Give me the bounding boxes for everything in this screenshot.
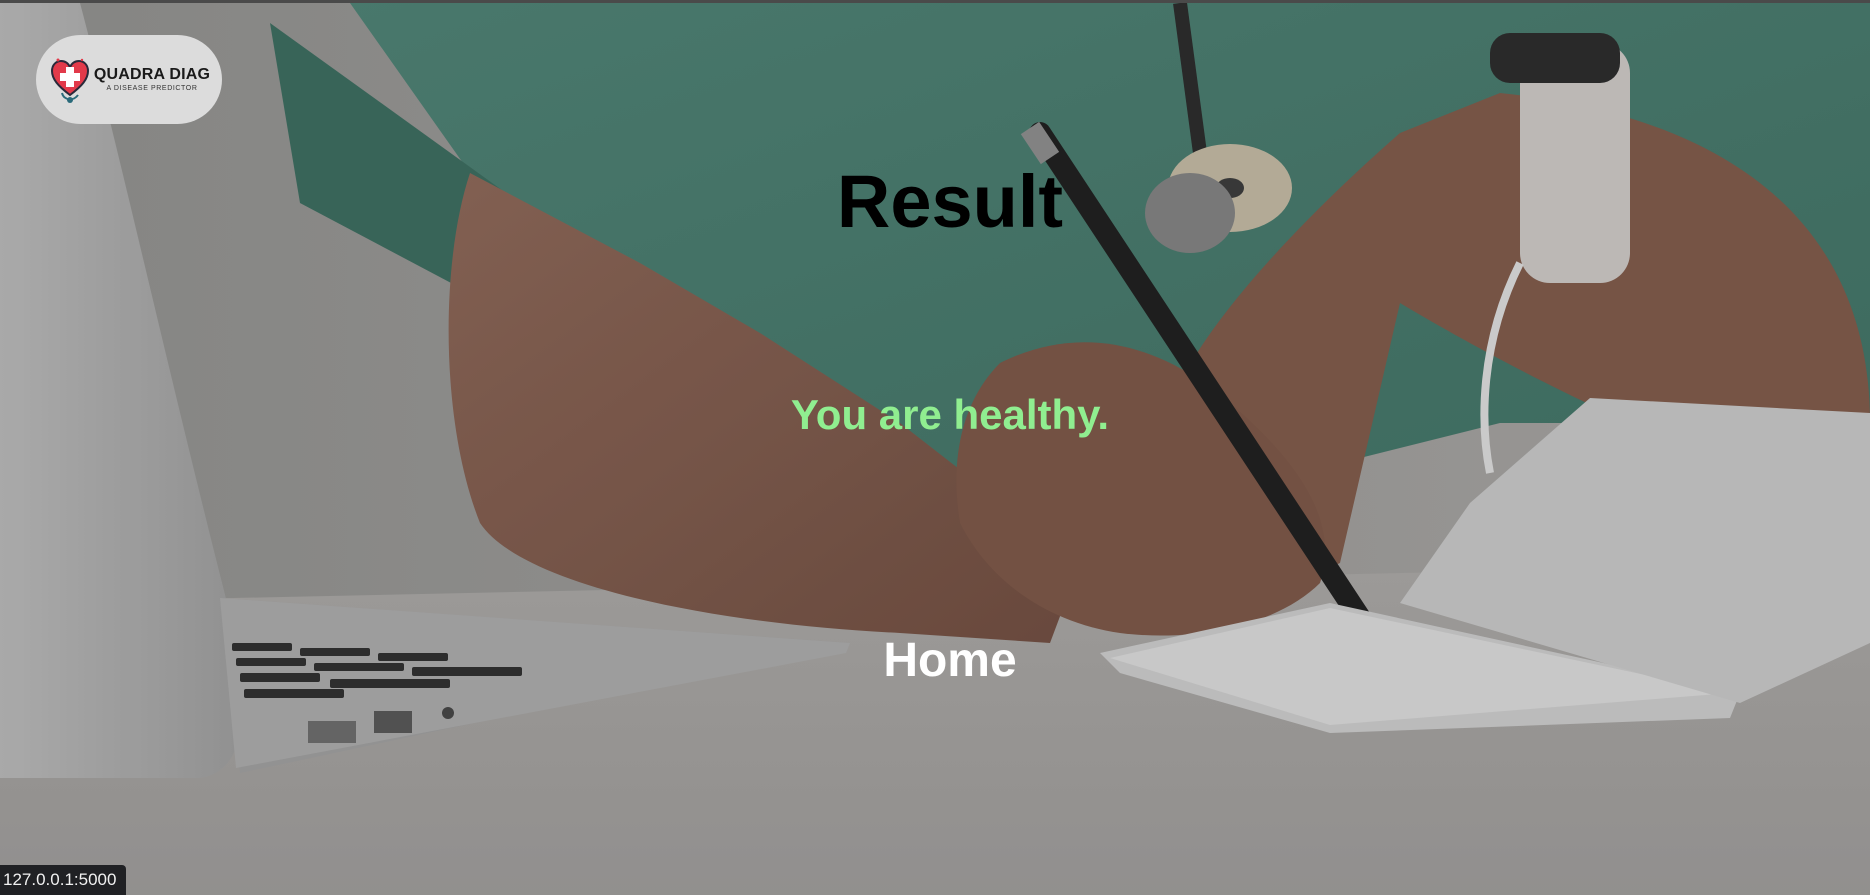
page: QUADRA DIAG A DISEASE PREDICTOR Result Y… <box>0 0 1870 895</box>
logo-title: QUADRA DIAG <box>93 66 211 83</box>
logo[interactable]: QUADRA DIAG A DISEASE PREDICTOR <box>36 35 222 124</box>
page-title: Result <box>836 160 1064 243</box>
result-message: You are healthy. <box>790 391 1110 438</box>
background-overlay <box>0 3 1870 895</box>
home-link[interactable]: Home <box>0 633 1870 688</box>
status-bar-url: 127.0.0.1:5000 <box>0 865 127 895</box>
logo-subtitle: A DISEASE PREDICTOR <box>106 85 198 92</box>
heart-icon <box>50 58 89 103</box>
